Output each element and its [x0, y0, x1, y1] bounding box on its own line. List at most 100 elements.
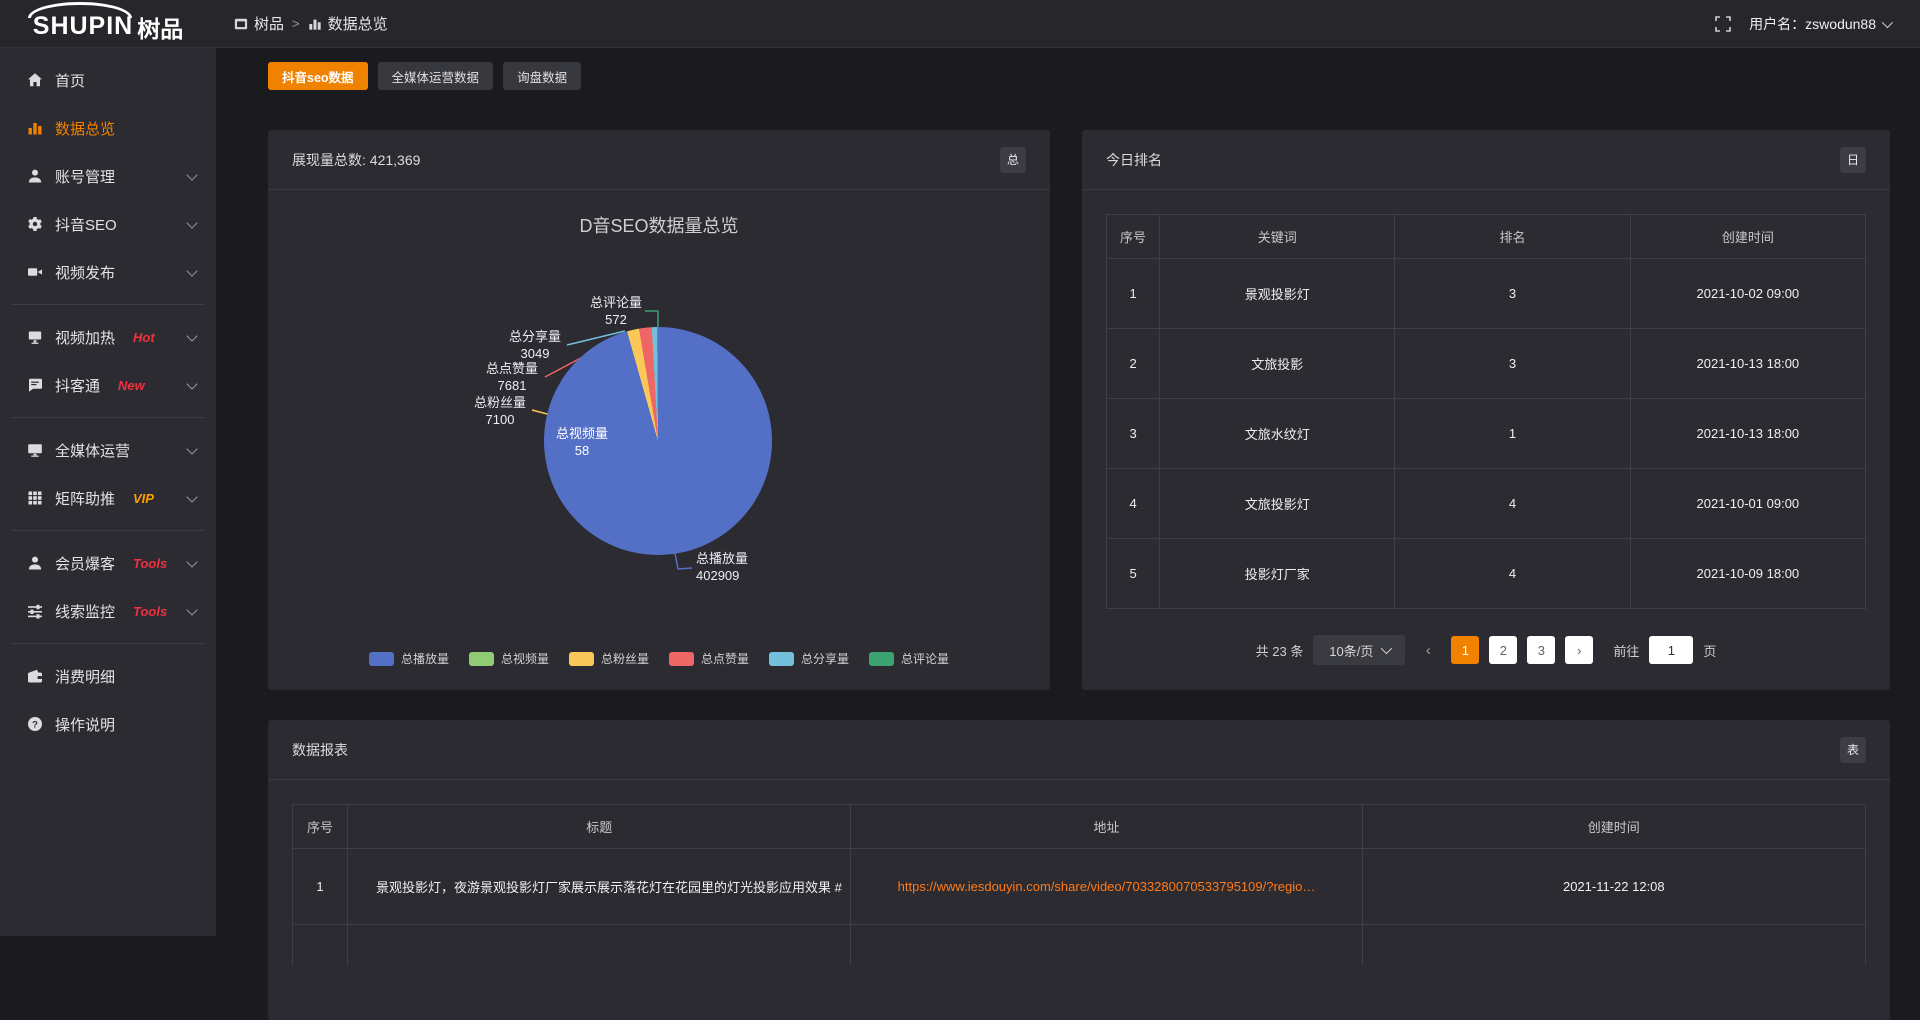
col-created: 创建时间 — [1362, 805, 1865, 849]
breadcrumb: 树品 > 数据总览 — [234, 13, 388, 34]
sidebar-item-label: 会员爆客 — [55, 553, 115, 574]
legend-item-videos[interactable]: 总视频量 — [469, 650, 549, 667]
day-badge-button[interactable]: 日 — [1840, 147, 1866, 173]
sidebar-item-lead-monitor[interactable]: 线索监控 Tools — [0, 587, 216, 635]
cell-created: 2021-10-09 18:00 — [1630, 539, 1865, 609]
next-page-button[interactable]: › — [1565, 636, 1593, 664]
chart-title: D音SEO数据量总览 — [268, 212, 1050, 238]
tab-inquiry-data[interactable]: 询盘数据 — [503, 62, 581, 90]
prev-page-button[interactable]: ‹ — [1415, 636, 1441, 664]
logo-arc-decoration — [28, 2, 132, 18]
sidebar-item-member-burst[interactable]: 会员爆客 Tools — [0, 539, 216, 587]
bar-chart-icon — [26, 120, 43, 137]
sidebar-item-label: 抖音SEO — [55, 214, 117, 235]
col-created: 创建时间 — [1630, 215, 1865, 259]
home-icon — [26, 72, 43, 89]
tab-douyin-seo-data[interactable]: 抖音seo数据 — [268, 62, 368, 90]
page-size-select[interactable]: 10条/页 — [1313, 635, 1405, 665]
pie-label-shares: 总分享量3049 — [480, 328, 590, 362]
sidebar-item-home[interactable]: 首页 — [0, 56, 216, 104]
table-header-row: 序号 标题 地址 创建时间 — [293, 805, 1866, 849]
table-row-partial — [293, 925, 1866, 965]
table-badge-button[interactable]: 表 — [1840, 737, 1866, 763]
logo-text-cn: 树品 — [137, 10, 183, 44]
legend-item-fans[interactable]: 总粉丝量 — [569, 650, 649, 667]
sidebar-item-matrix-boost[interactable]: 矩阵助推 VIP — [0, 474, 216, 522]
sidebar-item-video-heat[interactable]: 视频加热 Hot — [0, 313, 216, 361]
video-url-link[interactable]: https://www.iesdouyin.com/share/video/70… — [898, 879, 1316, 894]
pie-label-comments: 总评论量572 — [561, 294, 671, 328]
data-report-panel: 数据报表 表 序号 标题 地址 创建时间 1 景观投影灯，夜游景观投影灯 — [268, 720, 1890, 1020]
goto-page-input[interactable] — [1649, 636, 1693, 664]
cell-created: 2021-11-22 12:08 — [1362, 849, 1865, 925]
monitor-icon — [26, 442, 43, 459]
legend-item-plays[interactable]: 总播放量 — [369, 650, 449, 667]
sidebar-item-label: 首页 — [55, 70, 85, 91]
new-badge: New — [118, 378, 145, 393]
goto-label: 前往 — [1613, 641, 1639, 660]
sidebar-item-label: 操作说明 — [55, 714, 115, 735]
cell-rank: 4 — [1395, 469, 1630, 539]
legend-item-likes[interactable]: 总点赞量 — [669, 650, 749, 667]
pie-chart-area: D音SEO数据量总览 总评论量572 总分享量3049 总点赞量7681 — [268, 190, 1050, 689]
sidebar-item-account[interactable]: 账号管理 — [0, 152, 216, 200]
pie-label-videos: 总视频量58 — [527, 425, 637, 459]
gear-icon — [26, 216, 43, 233]
total-badge-button[interactable]: 总 — [1000, 147, 1026, 173]
sidebar-item-douyin-seo[interactable]: 抖音SEO — [0, 200, 216, 248]
sidebar-item-label: 数据总览 — [55, 118, 115, 139]
sidebar-item-label: 矩阵助推 — [55, 488, 115, 509]
svg-text:?: ? — [32, 719, 38, 730]
page-button-2[interactable]: 2 — [1489, 636, 1517, 664]
legend-swatch — [569, 652, 594, 666]
legend-item-comments[interactable]: 总评论量 — [869, 650, 949, 667]
page-button-3[interactable]: 3 — [1527, 636, 1555, 664]
cell-rank: 4 — [1395, 539, 1630, 609]
sidebar-item-video-publish[interactable]: 视频发布 — [0, 248, 216, 296]
chart-legend: 总播放量 总视频量 总粉丝量 总点赞量 总分享量 总评论量 — [268, 650, 1050, 667]
report-title: 数据报表 — [292, 740, 348, 760]
question-circle-icon: ? — [26, 716, 43, 733]
legend-swatch — [469, 652, 494, 666]
tools-badge: Tools — [133, 604, 167, 619]
username-label: 用户名：zswodun88 — [1749, 14, 1876, 34]
breadcrumb-page-label: 数据总览 — [328, 13, 388, 34]
legend-swatch — [769, 652, 794, 666]
cell-keyword: 文旅投影灯 — [1160, 469, 1395, 539]
col-rank: 排名 — [1395, 215, 1630, 259]
table-row: 3 文旅水纹灯 1 2021-10-13 18:00 — [1107, 399, 1866, 469]
total-count-label: 共 23 条 — [1256, 641, 1304, 660]
col-index: 序号 — [293, 805, 348, 849]
tab-media-operation-data[interactable]: 全媒体运营数据 — [378, 62, 494, 90]
sidebar-item-douketong[interactable]: 抖客通 New — [0, 361, 216, 409]
breadcrumb-app[interactable]: 树品 — [234, 13, 284, 34]
app-logo[interactable]: SHUPIN 树品 — [0, 0, 216, 48]
sidebar-item-media-operation[interactable]: 全媒体运营 — [0, 426, 216, 474]
page-button-1[interactable]: 1 — [1451, 636, 1479, 664]
sidebar-divider — [12, 417, 204, 418]
cell-created: 2021-10-02 09:00 — [1630, 259, 1865, 329]
sidebar-divider — [12, 530, 204, 531]
sidebar-item-label: 抖客通 — [55, 375, 100, 396]
col-index: 序号 — [1107, 215, 1160, 259]
legend-item-shares[interactable]: 总分享量 — [769, 650, 849, 667]
sidebar-item-label: 线索监控 — [55, 601, 115, 622]
vip-badge: VIP — [133, 491, 154, 506]
cell-index: 5 — [1107, 539, 1160, 609]
cell-rank: 3 — [1395, 329, 1630, 399]
user-menu[interactable]: 用户名：zswodun88 — [1749, 14, 1890, 34]
breadcrumb-page[interactable]: 数据总览 — [308, 13, 388, 34]
sidebar-item-data-overview[interactable]: 数据总览 — [0, 104, 216, 152]
breadcrumb-app-label: 树品 — [254, 13, 284, 34]
ranking-table: 序号 关键词 排名 创建时间 1 景观投影灯 3 2021-10-02 09:0… — [1106, 214, 1866, 609]
table-row: 1 景观投影灯 3 2021-10-02 09:00 — [1107, 259, 1866, 329]
table-row: 1 景观投影灯，夜游景观投影灯厂家展示展示落花灯在花园里的灯光投影应用效果 # … — [293, 849, 1866, 925]
user-icon — [26, 555, 43, 572]
user-icon — [26, 168, 43, 185]
cell-title: 景观投影灯，夜游景观投影灯厂家展示展示落花灯在花园里的灯光投影应用效果 # — [348, 849, 851, 925]
chevron-down-icon — [1882, 16, 1893, 27]
fullscreen-icon[interactable] — [1715, 16, 1731, 32]
sidebar-item-help[interactable]: ? 操作说明 — [0, 700, 216, 748]
legend-swatch — [669, 652, 694, 666]
sidebar-item-consumption[interactable]: 消费明细 — [0, 652, 216, 700]
